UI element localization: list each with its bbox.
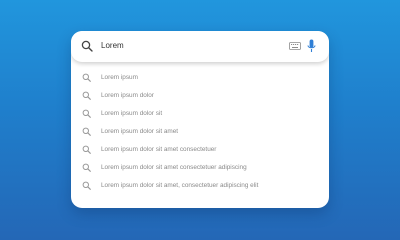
suggestion-label: Lorem ipsum dolor bbox=[101, 92, 154, 99]
suggestion-item[interactable]: Lorem ipsum dolor sit amet bbox=[71, 123, 329, 141]
suggestion-item[interactable]: Lorem ipsum dolor bbox=[71, 87, 329, 105]
search-icon bbox=[82, 181, 91, 190]
search-icon bbox=[82, 127, 91, 136]
suggestion-item[interactable]: Lorem ipsum dolor sit amet consectetuer bbox=[71, 141, 329, 159]
search-input[interactable]: Lorem bbox=[101, 40, 124, 52]
search-bar[interactable]: Lorem bbox=[71, 31, 329, 62]
search-icon[interactable] bbox=[81, 40, 93, 52]
microphone-icon[interactable] bbox=[307, 39, 316, 53]
search-card: Lorem Lorem ipsum Lorem ipsum dolor Lore… bbox=[71, 31, 329, 208]
search-icon bbox=[82, 163, 91, 172]
suggestion-label: Lorem ipsum dolor sit amet consectetuer … bbox=[101, 164, 247, 171]
keyboard-icon[interactable] bbox=[289, 42, 301, 50]
suggestion-label: Lorem ipsum dolor sit amet, consectetuer… bbox=[101, 182, 259, 189]
suggestion-label: Lorem ipsum dolor sit bbox=[101, 110, 163, 117]
suggestion-item[interactable]: Lorem ipsum dolor sit bbox=[71, 105, 329, 123]
search-icon bbox=[82, 91, 91, 100]
suggestion-label: Lorem ipsum bbox=[101, 74, 138, 81]
search-icon bbox=[82, 73, 91, 82]
suggestion-label: Lorem ipsum dolor sit amet consectetuer bbox=[101, 146, 217, 153]
suggestion-label: Lorem ipsum dolor sit amet bbox=[101, 128, 179, 135]
suggestion-item[interactable]: Lorem ipsum dolor sit amet consectetuer … bbox=[71, 159, 329, 177]
suggestions-list: Lorem ipsum Lorem ipsum dolor Lorem ipsu… bbox=[71, 62, 329, 195]
suggestion-item[interactable]: Lorem ipsum bbox=[71, 69, 329, 87]
search-icon bbox=[82, 145, 91, 154]
suggestion-item[interactable]: Lorem ipsum dolor sit amet, consectetuer… bbox=[71, 177, 329, 195]
search-icon bbox=[82, 109, 91, 118]
